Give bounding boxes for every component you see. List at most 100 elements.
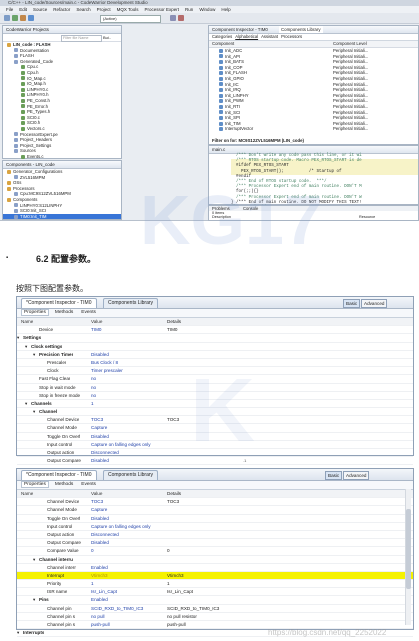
- inspector2-property-row[interactable]: Output action Disconnected: [17, 531, 413, 540]
- menu-item[interactable]: MQX Tools: [117, 7, 139, 12]
- inspector2-property-row[interactable]: Interrupt Vtimch3 Vtimch3: [17, 571, 413, 581]
- library-subtab[interactable]: Categories: [212, 34, 232, 39]
- inspector1-advanced-button[interactable]: Advanced: [361, 299, 388, 308]
- inspector2-property-row[interactable]: Channel interr Enabled: [17, 564, 413, 572]
- new-icon[interactable]: [4, 15, 10, 21]
- inspector2-property-row[interactable]: Channel Device TOC3 TOC3: [17, 498, 413, 507]
- library-subtab[interactable]: Processors: [281, 34, 302, 39]
- project-tree-item[interactable]: Events.c: [3, 154, 121, 160]
- inspector2-basic-button[interactable]: Basic: [325, 471, 343, 480]
- editor-tab[interactable]: main.c: [209, 146, 418, 154]
- expand-arrow-icon[interactable]: ▾: [25, 400, 27, 407]
- property-value[interactable]: Capture on falling edges only: [91, 441, 151, 448]
- projects-filter-input[interactable]: Filter file Name: [61, 35, 102, 42]
- menu-item[interactable]: Run: [185, 7, 193, 12]
- property-value[interactable]: SCID_RXD_to_TIM0_IC3: [91, 605, 143, 612]
- menu-item[interactable]: Search: [76, 7, 90, 12]
- property-value[interactable]: TIM0: [91, 326, 101, 333]
- inspector2-property-row[interactable]: Channel Mode Capture: [17, 506, 413, 515]
- inspector1-tab-inspector[interactable]: *Component Inspector - TIM0: [21, 298, 97, 308]
- menu-item[interactable]: Processor Expert: [145, 7, 180, 12]
- inspector2-tab-library[interactable]: Components Library: [103, 470, 159, 480]
- inspector2-property-row[interactable]: Channel pin s no pull no pull resistor: [17, 613, 413, 621]
- inspector2-property-row[interactable]: Channel pin SCID_RXD_to_TIM0_IC3 SCID_RXD_…: [17, 605, 413, 613]
- expand-arrow-icon[interactable]: ▾: [33, 408, 35, 415]
- property-value[interactable]: Disabled: [91, 457, 109, 464]
- property-value[interactable]: TOC3: [91, 416, 103, 423]
- menu-item[interactable]: File: [6, 7, 13, 12]
- inspector2-property-row[interactable]: Input control Capture on falling edges on…: [17, 523, 413, 531]
- inspector1-property-row[interactable]: ▾ Precision Timer Disabled: [17, 351, 413, 359]
- component-tree-item[interactable]: TIM0:Init_TIM: [3, 213, 121, 220]
- stop-icon[interactable]: [178, 15, 184, 21]
- menu-item[interactable]: Edit: [19, 7, 27, 12]
- inspector1-property-row[interactable]: ▾ Settings: [17, 334, 413, 343]
- scrollbar-thumb[interactable]: [406, 509, 411, 589]
- inspector2-property-row[interactable]: Toggle On Overf Disabled: [17, 515, 413, 523]
- property-value[interactable]: Timer prescaler: [91, 367, 123, 374]
- inspector2-subtab[interactable]: Events: [79, 482, 98, 487]
- inspector2-property-row[interactable]: Output Compare Disabled: [17, 539, 413, 548]
- inspector2-property-row[interactable]: Compare Value 0 0: [17, 547, 413, 556]
- property-value[interactable]: 1: [91, 580, 94, 587]
- tab-components-library[interactable]: Components Library: [279, 26, 323, 33]
- inspector2-property-row[interactable]: Priority 1 1: [17, 580, 413, 589]
- property-value[interactable]: 0: [91, 547, 94, 554]
- property-value[interactable]: Enabled: [91, 596, 108, 603]
- property-value[interactable]: Capture: [91, 424, 107, 431]
- property-value[interactable]: Isr_Lin_Capt: [91, 588, 117, 595]
- property-value[interactable]: Bus Clock / 8: [91, 359, 118, 366]
- inspector1-property-row[interactable]: ▾ Clock settings: [17, 343, 413, 351]
- expand-arrow-icon[interactable]: ▾: [33, 351, 35, 358]
- expand-arrow-icon[interactable]: ▾: [33, 596, 35, 603]
- menu-item[interactable]: Source: [33, 7, 47, 12]
- library-row[interactable]: InterruptVector Peripheral Initiali...: [209, 126, 418, 132]
- expand-arrow-icon[interactable]: ▾: [33, 556, 35, 563]
- build-icon[interactable]: [20, 15, 26, 21]
- property-value[interactable]: 1: [91, 400, 94, 407]
- inspector1-subtab[interactable]: Properties: [21, 309, 49, 316]
- property-value[interactable]: Enabled: [91, 564, 108, 571]
- expand-arrow-icon[interactable]: ▾: [17, 334, 19, 341]
- tab-component-inspector[interactable]: Component Inspector - TIM0: [212, 26, 268, 33]
- property-value[interactable]: TOC3: [91, 498, 103, 505]
- property-value[interactable]: Disabled: [91, 351, 109, 358]
- menu-item[interactable]: Help: [221, 7, 230, 12]
- property-value[interactable]: push-pull: [91, 621, 110, 628]
- library-subtab[interactable]: Assistant: [261, 34, 278, 39]
- property-value[interactable]: no: [91, 375, 96, 382]
- inspector2-subtab[interactable]: Methods: [53, 482, 75, 487]
- inspector1-subtab[interactable]: Events: [79, 310, 98, 315]
- property-value[interactable]: Disabled: [91, 515, 109, 522]
- property-value[interactable]: Disabled: [91, 433, 109, 440]
- menu-item[interactable]: Project: [97, 7, 111, 12]
- expand-arrow-icon[interactable]: ▾: [25, 343, 27, 350]
- run-icon[interactable]: [170, 15, 176, 21]
- save-icon[interactable]: [12, 15, 18, 21]
- inspector2-advanced-button[interactable]: Advanced: [343, 471, 370, 480]
- property-value[interactable]: no: [91, 392, 96, 399]
- build-config-select[interactable]: (Active): [100, 15, 161, 23]
- inspector1-tab-library[interactable]: Components Library: [103, 298, 159, 308]
- inspector1-property-row[interactable]: Device TIM0 TIM0: [17, 326, 413, 335]
- inspector2-property-row[interactable]: ▾ Pins Enabled: [17, 596, 413, 605]
- menu-item[interactable]: Refactor: [53, 7, 70, 12]
- property-value[interactable]: Disconnected: [91, 531, 119, 538]
- inspector2-scrollbar[interactable]: [405, 489, 411, 625]
- inspector1-subtab[interactable]: Methods: [53, 310, 75, 315]
- property-value[interactable]: Capture: [91, 506, 107, 513]
- inspector1-basic-button[interactable]: Basic: [343, 299, 361, 308]
- inspector2-subtab[interactable]: Properties: [21, 481, 49, 488]
- property-value[interactable]: no pull: [91, 613, 105, 620]
- property-value[interactable]: Disabled: [91, 539, 109, 546]
- debug-icon[interactable]: [28, 15, 34, 21]
- inspector2-property-row[interactable]: ▾ Channel interru: [17, 556, 413, 564]
- expand-arrow-icon[interactable]: ▾: [17, 629, 19, 636]
- library-subtab[interactable]: Alphabetical: [235, 34, 258, 39]
- property-value[interactable]: no: [91, 384, 96, 391]
- inspector2-property-row[interactable]: ISR name Isr_Lin_Capt Isr_Lin_Capt: [17, 588, 413, 597]
- property-value[interactable]: Vtimch3: [91, 572, 108, 579]
- menu-item[interactable]: Window: [199, 7, 215, 12]
- property-value[interactable]: Disconnected: [91, 449, 119, 456]
- property-value[interactable]: Capture on falling edges only: [91, 523, 151, 530]
